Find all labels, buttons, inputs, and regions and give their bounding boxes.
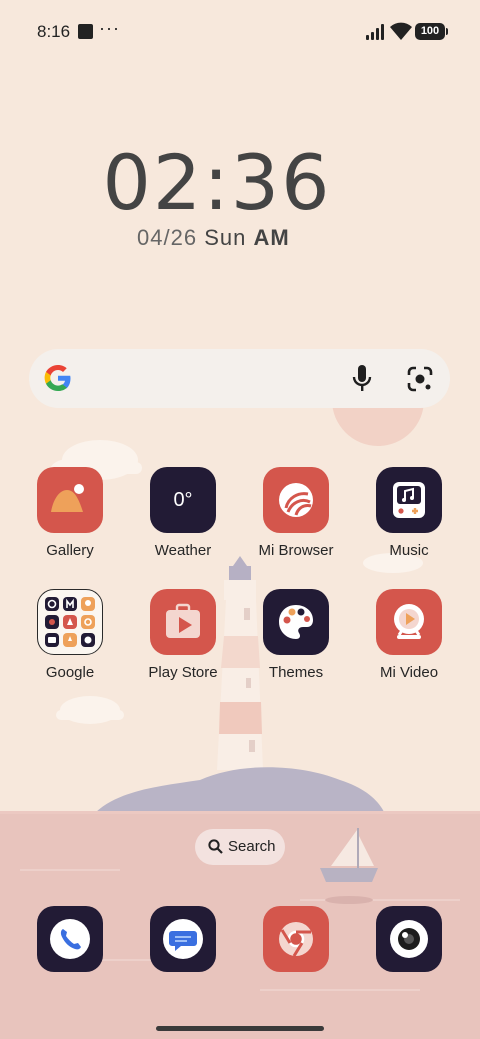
app-search-button[interactable]: Search xyxy=(195,829,285,865)
themes-icon xyxy=(263,589,329,655)
app-google-folder[interactable]: Google xyxy=(15,589,125,681)
meridiem-value: AM xyxy=(253,225,290,250)
app-label: Google xyxy=(45,664,95,681)
app-label: Mi Video xyxy=(379,664,439,681)
date-value: 04/26 xyxy=(137,225,198,250)
google-lens-icon[interactable] xyxy=(407,366,433,392)
notification-icon xyxy=(78,24,93,39)
app-weather[interactable]: 0° Weather xyxy=(128,467,238,559)
app-label: Themes xyxy=(268,664,324,681)
app-gallery[interactable]: Gallery xyxy=(15,467,125,559)
gallery-icon xyxy=(37,467,103,533)
signal-icon xyxy=(366,24,384,40)
home-indicator[interactable] xyxy=(156,1026,324,1031)
camera-icon xyxy=(376,906,442,972)
app-themes[interactable]: Themes xyxy=(241,589,351,681)
wifi-icon xyxy=(390,22,412,40)
more-notifications-icon: ··· xyxy=(99,18,120,38)
app-mi-browser[interactable]: Mi Browser xyxy=(241,467,351,559)
day-value: Sun xyxy=(204,225,247,250)
app-label: Gallery xyxy=(46,542,94,559)
clock-time: 02:36 xyxy=(102,138,332,227)
app-label: Mi Browser xyxy=(258,542,334,559)
chrome-icon xyxy=(263,906,329,972)
weather-temp: 0° xyxy=(173,488,193,511)
google-search-bar[interactable] xyxy=(29,349,450,408)
app-label: Play Store xyxy=(148,664,218,681)
clock-date: 04/26 Sun AM xyxy=(137,225,290,251)
app-play-store[interactable]: Play Store xyxy=(128,589,238,681)
weather-icon: 0° xyxy=(150,467,216,533)
music-icon xyxy=(376,467,442,533)
dock-chrome[interactable] xyxy=(241,906,351,972)
messages-icon xyxy=(150,906,216,972)
microphone-icon[interactable] xyxy=(352,365,372,393)
mi-browser-icon xyxy=(263,467,329,533)
play-store-icon xyxy=(150,589,216,655)
app-mi-video[interactable]: Mi Video xyxy=(354,589,464,681)
status-time: 8:16 xyxy=(37,22,71,41)
google-folder-icon xyxy=(37,589,103,655)
phone-icon xyxy=(37,906,103,972)
search-icon xyxy=(208,839,223,854)
search-label: Search xyxy=(228,838,276,855)
app-music[interactable]: Music xyxy=(354,467,464,559)
app-label: Weather xyxy=(154,542,212,559)
dock-messages[interactable] xyxy=(128,906,238,972)
status-bar: 8:16 ··· 100 xyxy=(0,0,480,64)
mi-video-icon xyxy=(376,589,442,655)
dock-camera[interactable] xyxy=(354,906,464,972)
battery-indicator: 100 xyxy=(415,23,448,40)
app-label: Music xyxy=(389,542,429,559)
google-g-logo xyxy=(44,365,71,391)
dock-phone[interactable] xyxy=(15,906,125,972)
